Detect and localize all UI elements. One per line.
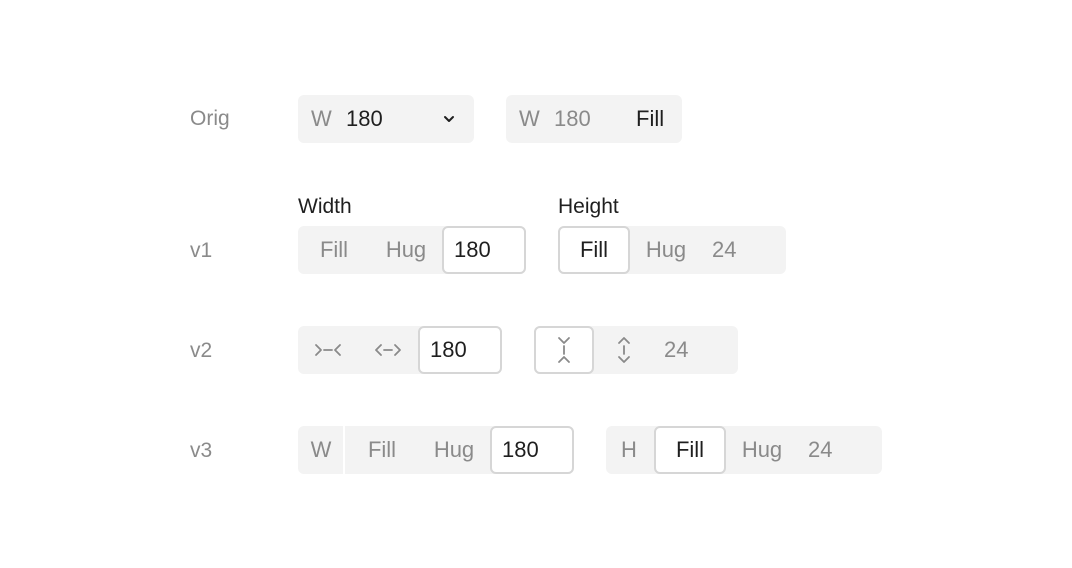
- v1-height-title: Height: [558, 195, 619, 218]
- v1-width-title: Width: [298, 195, 352, 218]
- orig-width-fill-prefix: W: [519, 106, 540, 131]
- v3-width-value-input[interactable]: 180: [490, 426, 574, 474]
- orig-width-fill-value[interactable]: 180: [554, 95, 591, 143]
- row-label-v3: v3: [190, 439, 213, 462]
- row-label-v2: v2: [190, 339, 213, 362]
- chevron-down-icon[interactable]: [442, 95, 456, 143]
- v3-height-hug-option[interactable]: Hug: [726, 426, 798, 474]
- orig-width-fill-control[interactable]: W 180 Fill: [506, 95, 682, 143]
- v1-height-value-input[interactable]: 24: [702, 226, 786, 274]
- v3-width-fill-option[interactable]: Fill: [346, 426, 418, 474]
- row-label-v1: v1: [190, 239, 213, 262]
- v1-height-fill-option[interactable]: Fill: [558, 226, 630, 274]
- v3-height-prefix: H: [621, 437, 637, 462]
- v2-height-value-input[interactable]: 24: [654, 326, 738, 374]
- v3-width-divider: [343, 426, 345, 474]
- orig-width-select[interactable]: W 180: [298, 95, 474, 143]
- v3-width-control: W Fill Hug 180: [298, 426, 574, 474]
- v3-height-control: H Fill Hug 24: [606, 426, 882, 474]
- v1-height-control: Fill Hug 24: [558, 226, 786, 274]
- expand-vertical-icon[interactable]: [594, 326, 654, 374]
- shrink-vertical-icon[interactable]: [534, 326, 594, 374]
- v2-height-control: 24: [534, 326, 738, 374]
- shrink-horizontal-icon[interactable]: [298, 326, 358, 374]
- row-label-orig: Orig: [190, 107, 230, 130]
- orig-width-prefix: W: [311, 106, 332, 131]
- v2-width-value-input[interactable]: 180: [418, 326, 502, 374]
- v3-width-prefix: W: [310, 437, 332, 462]
- v3-height-fill-option[interactable]: Fill: [654, 426, 726, 474]
- v2-width-control: 180: [298, 326, 502, 374]
- v3-width-hug-option[interactable]: Hug: [418, 426, 490, 474]
- v1-width-value-input[interactable]: 180: [442, 226, 526, 274]
- v1-width-control: Fill Hug 180: [298, 226, 526, 274]
- v1-width-hug-option[interactable]: Hug: [370, 226, 442, 274]
- orig-fill-mode[interactable]: Fill: [636, 95, 664, 143]
- expand-horizontal-icon[interactable]: [358, 326, 418, 374]
- v1-height-hug-option[interactable]: Hug: [630, 226, 702, 274]
- v3-height-value-input[interactable]: 24: [798, 426, 882, 474]
- v1-width-fill-option[interactable]: Fill: [298, 226, 370, 274]
- orig-width-value[interactable]: 180: [346, 95, 383, 143]
